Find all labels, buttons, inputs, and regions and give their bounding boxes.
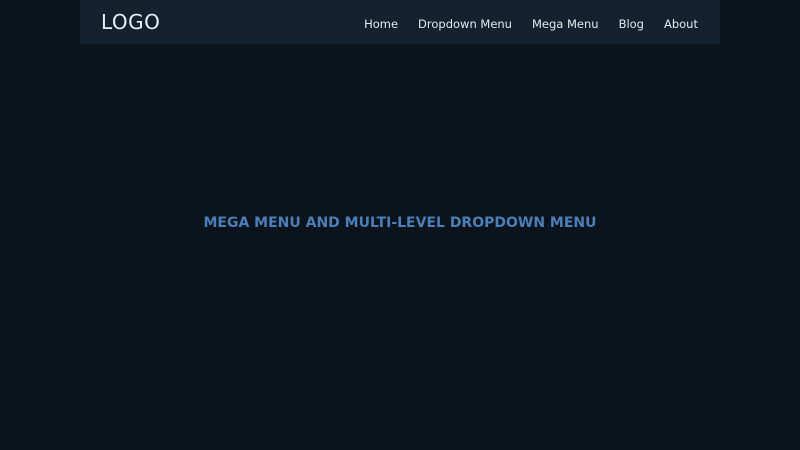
nav-links: Home Dropdown Menu Mega Menu Blog About [364,13,698,32]
nav-item-about: About [664,13,698,32]
nav-link-mega-menu[interactable]: Mega Menu [532,17,599,31]
nav-link-home[interactable]: Home [364,17,398,31]
nav-item-dropdown-menu: Dropdown Menu [418,13,512,32]
nav-item-blog: Blog [619,13,644,32]
navbar: LOGO Home Dropdown Menu Mega Menu Blog A… [80,0,720,44]
logo-link[interactable]: LOGO [101,10,160,34]
page-title: MEGA MENU AND MULTI-LEVEL DROPDOWN MENU [203,215,597,231]
nav-link-dropdown-menu[interactable]: Dropdown Menu [418,17,512,31]
nav-link-about[interactable]: About [664,17,698,31]
nav-link-blog[interactable]: Blog [619,17,644,31]
nav-item-mega-menu: Mega Menu [532,13,599,32]
nav-item-home: Home [364,13,398,32]
